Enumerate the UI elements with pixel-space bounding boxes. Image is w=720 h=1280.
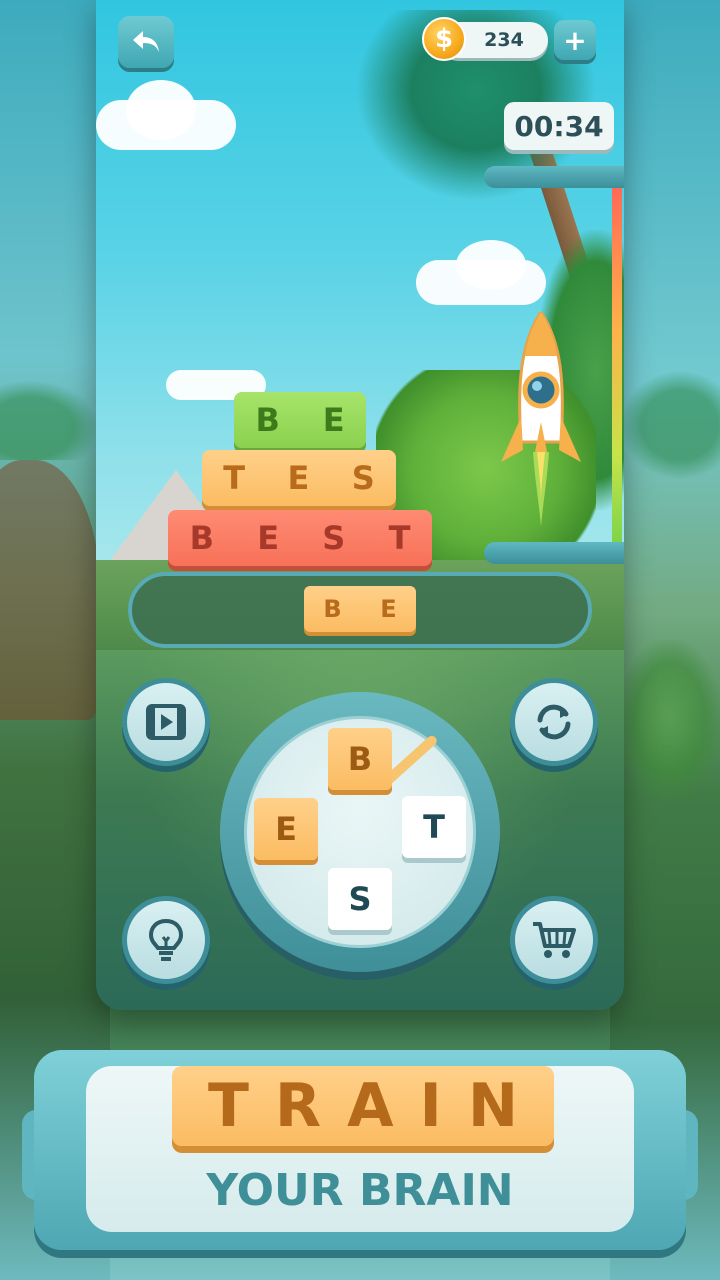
background-palm-right: [620, 370, 720, 480]
plus-icon: +: [563, 23, 587, 57]
coin-glyph: $: [434, 24, 454, 54]
progress-bar: [612, 188, 622, 542]
answer-letter: B: [323, 595, 342, 623]
shuffle-button[interactable]: [510, 678, 598, 766]
back-arrow-icon: [133, 31, 159, 52]
found-word-best: B E S T: [168, 510, 432, 566]
banner-subtitle-text: YOUR BRAIN: [206, 1164, 514, 1216]
word-letter: S: [351, 459, 375, 497]
answer-letter: E: [380, 595, 397, 623]
coin-count: 234: [484, 29, 524, 51]
progress-tube-top: [484, 166, 624, 188]
game-panel: 234 $ + 00:34 B E T E S B E S T B E B E …: [96, 0, 624, 1010]
found-word-be: B E: [234, 392, 366, 448]
hint-button[interactable]: [122, 896, 210, 984]
progress-tube-bottom: [484, 542, 624, 564]
background-bush: [620, 640, 720, 800]
word-letter: T: [388, 519, 411, 557]
banner-title-text: TRAIN: [207, 1071, 545, 1141]
timer-text: 00:34: [514, 109, 604, 143]
wheel-letter-text: B: [347, 740, 373, 778]
current-answer: B E: [304, 586, 416, 632]
background-palm-left: [0, 380, 100, 460]
found-word-tes: T E S: [202, 450, 396, 506]
cloud: [126, 80, 196, 140]
video-icon: [146, 704, 186, 740]
video-button[interactable]: [122, 678, 210, 766]
banner-subtitle: YOUR BRAIN: [86, 1160, 634, 1220]
wheel-letter-e[interactable]: E: [254, 798, 318, 860]
rocket-icon: [501, 312, 581, 527]
shuffle-icon: [537, 704, 571, 740]
word-letter: E: [257, 519, 280, 557]
add-coins-button[interactable]: +: [554, 20, 596, 60]
word-letter: B: [255, 401, 280, 439]
word-letter: E: [322, 401, 345, 439]
wheel-letter-s[interactable]: S: [328, 868, 392, 930]
wheel-letter-text: E: [275, 810, 297, 848]
word-letter: T: [223, 459, 246, 497]
back-button[interactable]: [118, 16, 174, 68]
word-letter: S: [322, 519, 346, 557]
wheel-letter-text: S: [348, 880, 372, 918]
cloud: [456, 240, 526, 290]
wheel-letter-t[interactable]: T: [402, 796, 466, 858]
word-letter: B: [189, 519, 214, 557]
wheel-letter-b[interactable]: B: [328, 728, 392, 790]
shop-button[interactable]: [510, 896, 598, 984]
coin-icon: $: [422, 17, 466, 61]
lightbulb-icon: [148, 918, 184, 961]
timer: 00:34: [504, 102, 614, 150]
banner-title: TRAIN: [172, 1066, 554, 1146]
word-letter: E: [287, 459, 310, 497]
cart-icon: [533, 922, 576, 958]
wheel-letter-text: T: [423, 808, 445, 846]
